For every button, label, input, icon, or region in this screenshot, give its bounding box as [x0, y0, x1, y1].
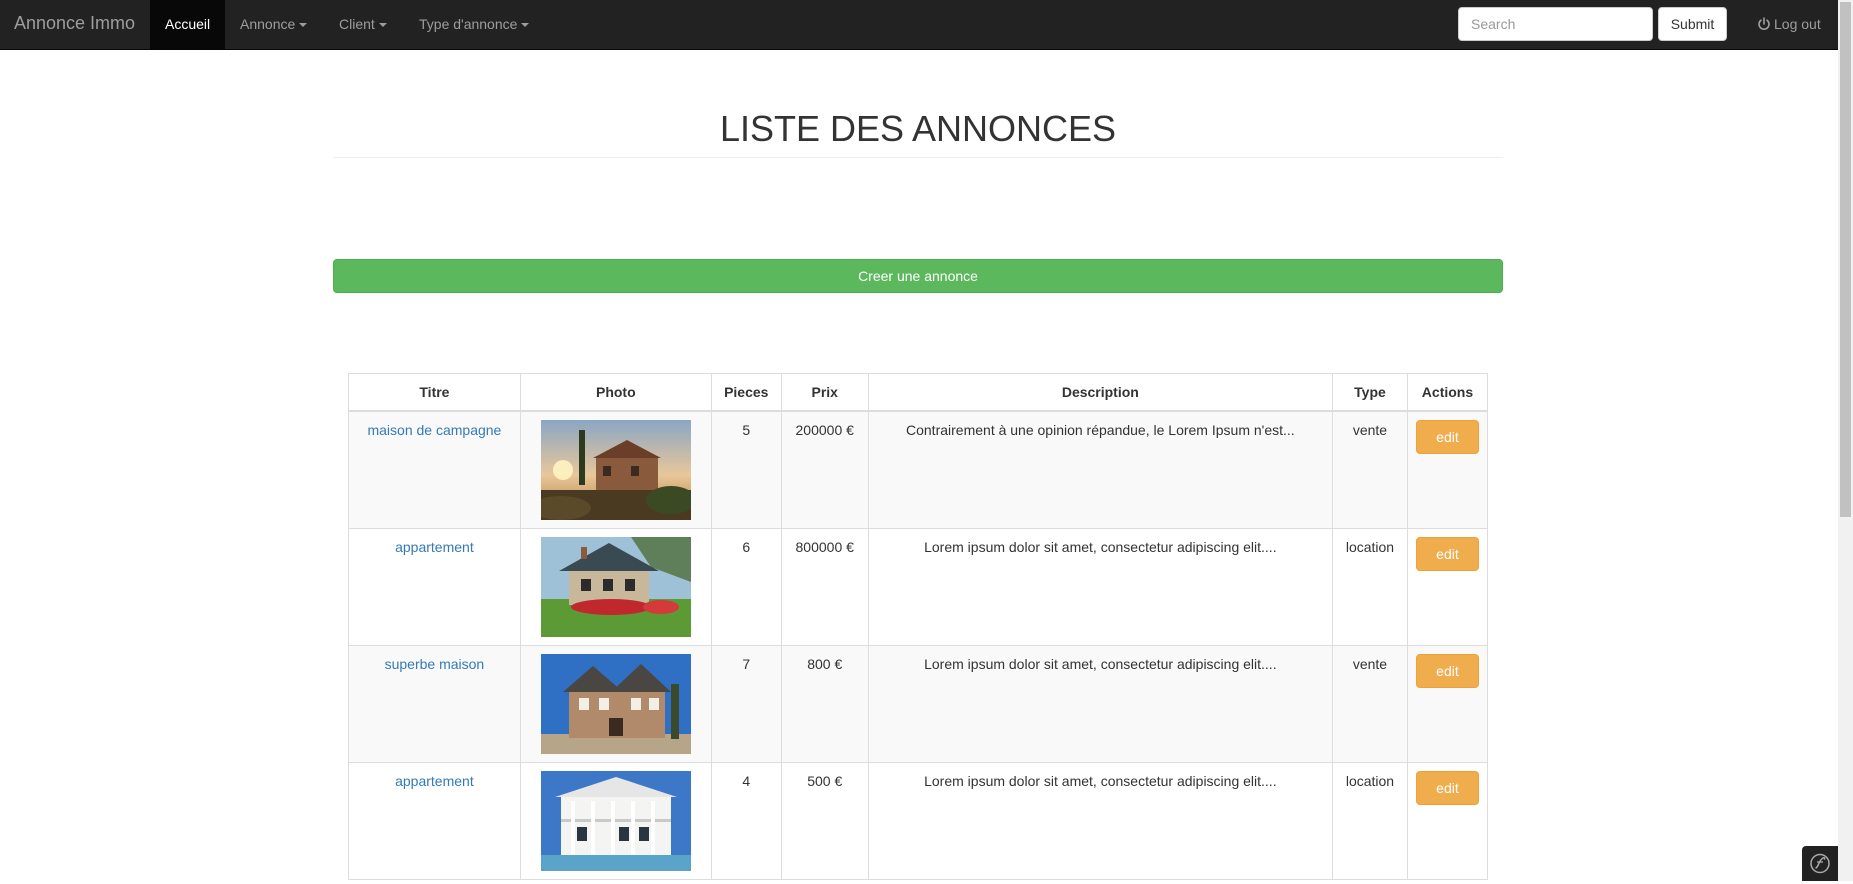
top-navbar: Annonce Immo Accueil Annonce Client Type… — [0, 0, 1838, 50]
chalet-flowers-photo — [540, 537, 691, 637]
header-actions: Actions — [1406, 373, 1489, 412]
nav-item-type-annonce[interactable]: Type d'annonce — [404, 0, 544, 49]
cell-prix: 800000 € — [780, 528, 869, 646]
edit-button[interactable]: edit — [1415, 654, 1479, 688]
annonce-title-link[interactable]: appartement — [395, 773, 474, 789]
cell-description: Lorem ipsum dolor sit amet, consectetur … — [867, 645, 1333, 763]
cell-type: location — [1331, 762, 1408, 880]
cell-prix: 200000 € — [780, 410, 869, 529]
logout-link[interactable]: Log out — [1757, 0, 1821, 49]
nav-item-label: Type d'annonce — [419, 16, 518, 32]
brick-house-photo — [540, 654, 691, 754]
cell-actions: edit — [1406, 410, 1489, 529]
logout-label: Log out — [1774, 16, 1821, 32]
search-input[interactable] — [1458, 7, 1653, 41]
cell-type: vente — [1331, 410, 1408, 529]
header-prix: Prix — [780, 373, 869, 412]
cell-actions: edit — [1406, 762, 1489, 880]
table-row: superbe maison 7 800 € Lorem ipsum dolor… — [348, 645, 1489, 763]
cell-titre: superbe maison — [348, 645, 521, 763]
cell-description: Lorem ipsum dolor sit amet, consectetur … — [867, 528, 1333, 646]
table-header-row: Titre Photo Pieces Prix Description Type… — [348, 373, 1489, 412]
cell-type: location — [1331, 528, 1408, 646]
cell-prix: 800 € — [780, 645, 869, 763]
annonce-title-link[interactable]: appartement — [395, 539, 474, 555]
power-icon — [1758, 17, 1770, 30]
cell-pieces: 6 — [710, 528, 782, 646]
brand-link[interactable]: Annonce Immo — [14, 0, 135, 49]
edit-button[interactable]: edit — [1415, 537, 1479, 571]
cell-prix: 500 € — [780, 762, 869, 880]
nav-item-label: Client — [339, 16, 375, 32]
scrollbar-thumb[interactable] — [1840, 2, 1851, 517]
caret-down-icon — [378, 23, 387, 28]
cell-pieces: 5 — [710, 410, 782, 529]
cell-photo — [519, 410, 712, 529]
annonce-title-link[interactable]: maison de campagne — [367, 422, 501, 438]
white-villa-photo — [540, 771, 691, 871]
cell-titre: appartement — [348, 762, 521, 880]
create-annonce-button[interactable]: Creer une annonce — [333, 259, 1503, 293]
caret-down-icon — [521, 23, 530, 28]
cell-pieces: 7 — [710, 645, 782, 763]
page-title: LISTE DES ANNONCES — [719, 108, 1117, 149]
header-type: Type — [1331, 373, 1408, 412]
nav-item-annonce[interactable]: Annonce — [225, 0, 322, 49]
header-photo: Photo — [519, 373, 712, 412]
cell-actions: edit — [1406, 528, 1489, 646]
table-row: maison de campagne 5 200000 € Contrairem… — [348, 410, 1489, 529]
annonce-title-link[interactable]: superbe maison — [385, 656, 485, 672]
table-row: appartement 6 800000 € Lorem ipsum dolor… — [348, 528, 1489, 646]
header-pieces: Pieces — [710, 373, 782, 412]
nav-item-label: Annonce — [240, 16, 296, 32]
search-submit-button[interactable]: Submit — [1658, 7, 1727, 41]
table-row: appartement 4 500 € Lorem ipsum dolor si… — [348, 762, 1489, 880]
nav-item-accueil[interactable]: Accueil — [150, 0, 226, 49]
symfony-logo-icon — [1810, 853, 1830, 874]
cell-photo — [519, 528, 712, 646]
nav-item-label: Accueil — [165, 16, 211, 32]
cell-photo — [519, 762, 712, 880]
cell-description: Contrairement à une opinion répandue, le… — [867, 410, 1333, 529]
title-divider — [333, 157, 1503, 158]
annonces-table: Titre Photo Pieces Prix Description Type… — [348, 373, 1489, 880]
cell-actions: edit — [1406, 645, 1489, 763]
nav-item-client[interactable]: Client — [324, 0, 402, 49]
caret-down-icon — [299, 23, 308, 28]
cell-titre: maison de campagne — [348, 410, 521, 529]
cell-description: Lorem ipsum dolor sit amet, consectetur … — [867, 762, 1333, 880]
cell-photo — [519, 645, 712, 763]
house-countryside-photo — [540, 420, 691, 520]
edit-button[interactable]: edit — [1415, 420, 1479, 454]
cell-type: vente — [1331, 645, 1408, 763]
header-description: Description — [867, 373, 1333, 412]
symfony-toolbar-button[interactable] — [1802, 846, 1838, 881]
header-titre: Titre — [348, 373, 521, 412]
cell-titre: appartement — [348, 528, 521, 646]
page-scrollbar[interactable] — [1838, 0, 1853, 881]
edit-button[interactable]: edit — [1415, 771, 1479, 805]
cell-pieces: 4 — [710, 762, 782, 880]
